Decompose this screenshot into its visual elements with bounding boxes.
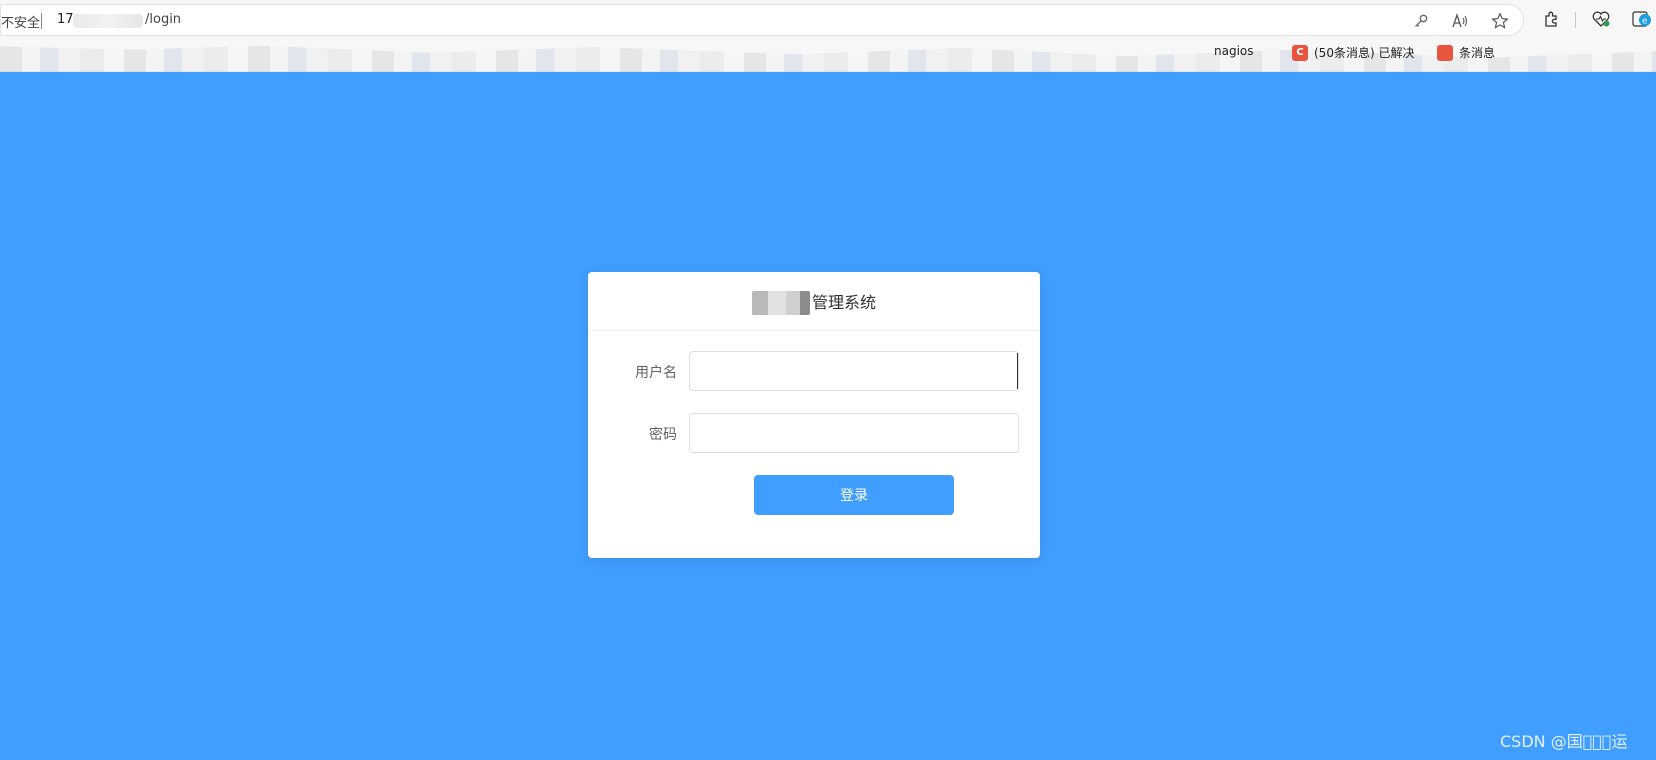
csdn-favicon-icon xyxy=(1437,44,1453,61)
url-redacted xyxy=(73,14,143,28)
password-label: 密码 xyxy=(649,427,677,443)
username-row: 用户名 xyxy=(588,351,1040,391)
bookmark-csdn-messages-2[interactable]: 条消息 xyxy=(1437,44,1495,61)
login-button[interactable]: 登录 xyxy=(754,475,954,515)
page-title: 管理系统 xyxy=(811,293,876,312)
svg-text:e: e xyxy=(1642,17,1648,27)
system-name-redacted xyxy=(751,291,810,315)
bookmark-nagios[interactable]: nagios xyxy=(1214,44,1254,58)
toolbar-divider xyxy=(1575,12,1576,28)
url-path: /login xyxy=(145,12,182,27)
bookmark-label: 条消息 xyxy=(1459,46,1496,60)
favorite-star-icon[interactable] xyxy=(1490,11,1510,31)
security-indicator[interactable]: 不安全 xyxy=(1,12,40,31)
edge-icon[interactable]: e xyxy=(1631,8,1653,30)
card-header: 管理系统 xyxy=(588,272,1040,331)
address-separator xyxy=(41,13,42,29)
csdn-favicon-icon: C xyxy=(1292,44,1308,61)
text-caret xyxy=(1017,353,1018,389)
username-label: 用户名 xyxy=(635,365,677,381)
csdn-watermark: CSDN @国   运 xyxy=(1500,732,1628,751)
extensions-icon[interactable] xyxy=(1541,8,1563,30)
login-card: 管理系统 用户名 密码 登录 xyxy=(588,272,1040,558)
key-icon[interactable] xyxy=(1411,11,1431,31)
bookmark-label: nagios xyxy=(1214,44,1254,58)
address-bar[interactable]: 不安全 17 /login xyxy=(0,4,1524,36)
url-prefix: 17 xyxy=(57,12,74,27)
password-row: 密码 xyxy=(588,413,1040,453)
password-input[interactable] xyxy=(689,413,1019,453)
username-input[interactable] xyxy=(689,351,1019,391)
bookmark-csdn-messages[interactable]: C (50条消息) 已解决 xyxy=(1292,44,1414,61)
read-aloud-icon[interactable] xyxy=(1450,11,1470,31)
browser-chrome: 不安全 17 /login e nagios C (50条消息) 已解决 条消息 xyxy=(0,0,1656,72)
browser-essentials-icon[interactable] xyxy=(1590,8,1612,30)
bookmark-label: (50条消息) 已解决 xyxy=(1314,46,1415,60)
